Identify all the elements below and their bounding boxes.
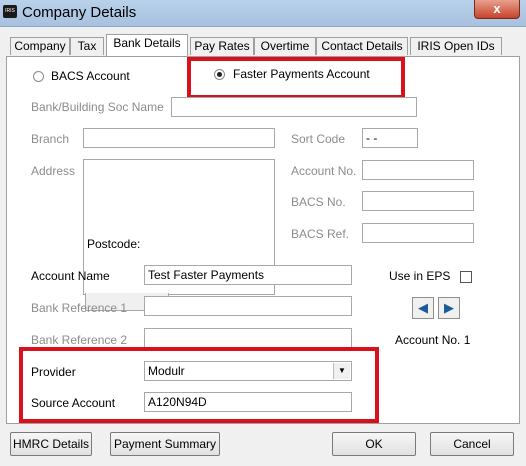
arrow-left-icon: ◀ <box>418 300 428 315</box>
window-title: Company Details <box>22 4 137 21</box>
account-no-label: Account No. <box>291 164 357 178</box>
bacs-no-label: BACS No. <box>291 195 346 209</box>
next-account-button[interactable]: ▶ <box>438 297 460 319</box>
title-bar: IRIS Company Details x <box>0 0 526 27</box>
use-in-eps-checkbox[interactable] <box>460 271 472 283</box>
tab-contact-details[interactable]: Contact Details <box>316 37 408 55</box>
faster-payments-highlight <box>187 57 405 99</box>
bank-reference-2-label: Bank Reference 2 <box>31 333 128 347</box>
bank-reference-2-input[interactable] <box>144 328 352 348</box>
bank-details-panel: BACS Account Faster Payments Account Ban… <box>6 56 520 424</box>
postcode-label: Postcode: <box>87 237 141 251</box>
branch-label: Branch <box>31 132 70 146</box>
bank-name-input[interactable] <box>171 97 417 117</box>
provider-highlight <box>19 347 379 423</box>
arrow-right-icon: ▶ <box>444 300 454 315</box>
bacs-account-label: BACS Account <box>51 69 130 83</box>
ok-button[interactable]: OK <box>332 432 416 456</box>
branch-input[interactable] <box>83 128 275 148</box>
tab-company[interactable]: Company <box>10 37 70 55</box>
close-button[interactable]: x <box>474 0 520 19</box>
sort-code-input[interactable]: - - <box>362 128 418 148</box>
bank-reference-1-input[interactable] <box>144 296 352 316</box>
account-no-indicator: Account No. 1 <box>395 333 471 347</box>
tab-pay-rates[interactable]: Pay Rates <box>190 37 254 55</box>
bank-reference-1-label: Bank Reference 1 <box>31 301 128 315</box>
bacs-no-input[interactable] <box>362 191 474 211</box>
payment-summary-button[interactable]: Payment Summary <box>110 432 220 456</box>
address-label: Address <box>31 164 76 178</box>
tab-tax[interactable]: Tax <box>70 37 104 55</box>
use-in-eps-label: Use in EPS <box>389 269 451 283</box>
bacs-ref-input[interactable] <box>362 223 474 243</box>
hmrc-details-button[interactable]: HMRC Details <box>10 432 92 456</box>
tab-iris-open-ids[interactable]: IRIS Open IDs <box>410 37 502 55</box>
sort-code-label: Sort Code <box>291 132 346 146</box>
company-details-window: IRIS Company Details x Company Tax Bank … <box>0 0 526 466</box>
iris-app-icon: IRIS <box>3 5 17 18</box>
account-name-input[interactable]: Test Faster Payments <box>144 265 352 285</box>
cancel-button[interactable]: Cancel <box>430 432 514 456</box>
tab-bank-details[interactable]: Bank Details <box>106 34 188 56</box>
tab-overtime[interactable]: Overtime <box>254 37 316 55</box>
bank-name-label: Bank/Building Soc Name <box>31 100 164 114</box>
bacs-ref-label: BACS Ref. <box>291 227 350 241</box>
account-no-input[interactable] <box>362 160 474 180</box>
prev-account-button[interactable]: ◀ <box>412 297 434 319</box>
account-name-label: Account Name <box>31 269 110 283</box>
bacs-account-radio[interactable] <box>33 71 44 82</box>
